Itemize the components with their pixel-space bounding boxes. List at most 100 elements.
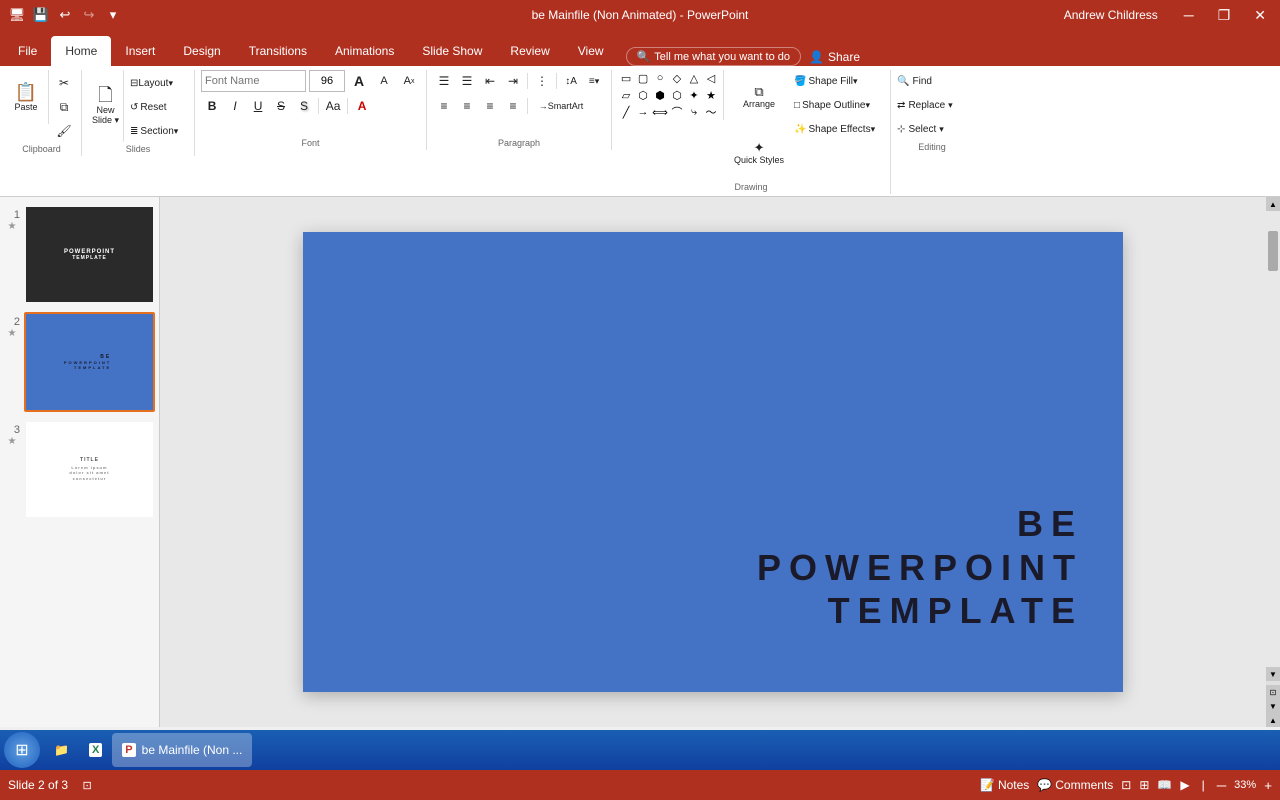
tab-view[interactable]: View (564, 36, 618, 66)
strikethrough-button[interactable]: S (270, 95, 292, 117)
shape-tri[interactable]: △ (686, 70, 702, 86)
font-name-input[interactable] (201, 70, 306, 92)
slide-canvas[interactable]: BE POWERPOINT TEMPLATE (303, 232, 1123, 692)
shape-curve[interactable]: ⌒ (669, 104, 685, 120)
align-center-button[interactable]: ≡ (456, 95, 478, 117)
columns-button[interactable]: ⋮ (531, 70, 553, 92)
tab-home[interactable]: Home (51, 36, 111, 66)
shape-barrow[interactable]: ⟺ (652, 104, 668, 120)
arrange-button[interactable]: ⧉ Arrange (730, 70, 788, 124)
decrease-indent-button[interactable]: ⇤ (479, 70, 501, 92)
slide-item-1[interactable]: 1 ★ POWERPOINT TEMPLATE (4, 205, 155, 304)
new-slide-button[interactable]: 🗋 NewSlide ▾ (88, 70, 124, 142)
clear-format-button[interactable]: Ax (398, 70, 420, 92)
shape-line[interactable]: ╱ (618, 104, 634, 120)
windows-start-button[interactable]: ⊞ (4, 732, 40, 768)
shape-arrow[interactable]: → (635, 104, 651, 120)
replace-button[interactable]: ⇄ Replace (897, 94, 967, 116)
shape-hex[interactable]: ⬢ (652, 87, 668, 103)
shape-freeform[interactable]: 〜 (703, 104, 719, 120)
notes-button[interactable]: 📝 Notes (980, 778, 1029, 792)
bullets-button[interactable]: ☰ (433, 70, 455, 92)
tab-review[interactable]: Review (496, 36, 563, 66)
cut-button[interactable]: ✂ (53, 72, 75, 94)
slide-thumb-3[interactable]: TITLE Lorem ipsumdolor sit ametconsectet… (24, 420, 155, 519)
shape-oct[interactable]: ⬡ (669, 87, 685, 103)
shape-rrect[interactable]: ▢ (635, 70, 651, 86)
next-slide-button[interactable]: ▼ (1266, 699, 1280, 713)
fit-slide-button[interactable]: ⊡ (1266, 685, 1280, 699)
align-right-button[interactable]: ≡ (479, 95, 501, 117)
redo-icon[interactable]: ↪ (80, 6, 98, 24)
justify-button[interactable]: ≡ (502, 95, 524, 117)
scroll-track[interactable] (1266, 211, 1280, 667)
shape-rtri[interactable]: ◁ (703, 70, 719, 86)
shape-outline-button[interactable]: □ Shape Outline (794, 94, 884, 116)
align-left-button[interactable]: ≡ (433, 95, 455, 117)
numbering-button[interactable]: ☰ (456, 70, 478, 92)
tab-animations[interactable]: Animations (321, 36, 408, 66)
font-grow-button[interactable]: A (348, 70, 370, 92)
zoom-in-button[interactable]: + (1264, 778, 1272, 793)
customize-icon[interactable]: ▾ (104, 6, 122, 24)
find-button[interactable]: 🔍 Find (897, 70, 967, 92)
tab-transitions[interactable]: Transitions (235, 36, 321, 66)
taskbar-powerpoint[interactable]: P be Mainfile (Non ... (112, 733, 252, 767)
layout-button[interactable]: ⊟ Layout (128, 72, 188, 94)
scroll-thumb[interactable] (1268, 231, 1278, 271)
shape-conn[interactable]: ⤷ (686, 104, 702, 120)
share-button[interactable]: 👤 Share (801, 48, 868, 66)
format-painter-button[interactable]: 🖌 (53, 120, 75, 142)
shape-oval[interactable]: ○ (652, 70, 668, 86)
slide-sorter-button[interactable]: ⊞ (1139, 778, 1149, 792)
undo-icon[interactable]: ↩ (56, 6, 74, 24)
tab-slideshow[interactable]: Slide Show (408, 36, 496, 66)
normal-view-button[interactable]: ⊡ (1121, 778, 1131, 792)
reading-view-button[interactable]: 📖 (1157, 778, 1172, 792)
shape-fill-button[interactable]: 🪣 Shape Fill (794, 70, 884, 92)
align-text-button[interactable]: ≡ (583, 70, 605, 92)
reset-button[interactable]: ↺ Reset (128, 96, 188, 118)
scroll-down-button[interactable]: ▼ (1266, 667, 1280, 681)
prev-slide-button[interactable]: ▲ (1266, 713, 1280, 727)
shape-rect[interactable]: ▭ (618, 70, 634, 86)
fit-slide-status-button[interactable]: ⊡ (76, 774, 98, 796)
zoom-out-button[interactable]: ─ (1217, 778, 1226, 793)
shape-trap[interactable]: ⬡ (635, 87, 651, 103)
tab-insert[interactable]: Insert (111, 36, 169, 66)
font-size-input[interactable] (309, 70, 345, 92)
bold-button[interactable]: B (201, 95, 223, 117)
scroll-up-button[interactable]: ▲ (1266, 197, 1280, 211)
italic-button[interactable]: I (224, 95, 246, 117)
underline-button[interactable]: U (247, 95, 269, 117)
close-button[interactable]: ✕ (1248, 5, 1272, 26)
tell-me-button[interactable]: 🔍 Tell me what you want to do (626, 47, 801, 66)
minimize-button[interactable]: ─ (1178, 5, 1200, 25)
smartart-button[interactable]: →SmartArt (531, 95, 591, 117)
v-scrollbar[interactable]: ▲ ▼ ⊡ ▼ ▲ (1266, 197, 1280, 727)
comments-button[interactable]: 💬 Comments (1037, 778, 1113, 792)
shape-star5[interactable]: ★ (703, 87, 719, 103)
tab-file[interactable]: File (4, 36, 51, 66)
font-shrink-button[interactable]: A (373, 70, 395, 92)
font-color-button[interactable]: A (351, 95, 373, 117)
shape-para[interactable]: ▱ (618, 87, 634, 103)
paste-button[interactable]: 📋 Paste (8, 70, 44, 124)
slide-item-2[interactable]: 2 ★ BE POWERPOINT TEMPLATE (4, 312, 155, 411)
slideshow-button[interactable]: ▶ (1180, 778, 1189, 792)
text-direction-button[interactable]: ↕A (560, 70, 582, 92)
quick-styles-button[interactable]: ✦ Quick Styles (730, 126, 788, 180)
restore-button[interactable]: ❐ (1212, 5, 1237, 26)
section-button[interactable]: ≣ Section (128, 120, 188, 142)
increase-indent-button[interactable]: ⇥ (502, 70, 524, 92)
slide-thumb-2[interactable]: BE POWERPOINT TEMPLATE (24, 312, 155, 411)
slide-item-3[interactable]: 3 ★ TITLE Lorem ipsumdolor sit ametconse… (4, 420, 155, 519)
shadow-button[interactable]: S (293, 95, 315, 117)
save-icon[interactable]: 💾 (32, 6, 50, 24)
change-case-button[interactable]: Aa (322, 95, 344, 117)
copy-button[interactable]: ⧉ (53, 96, 75, 118)
select-button[interactable]: ⊹ Select (897, 118, 967, 140)
shape-effects-button[interactable]: ✨ Shape Effects (794, 118, 884, 140)
tab-design[interactable]: Design (169, 36, 234, 66)
taskbar-explorer[interactable]: 📁 (44, 733, 79, 767)
